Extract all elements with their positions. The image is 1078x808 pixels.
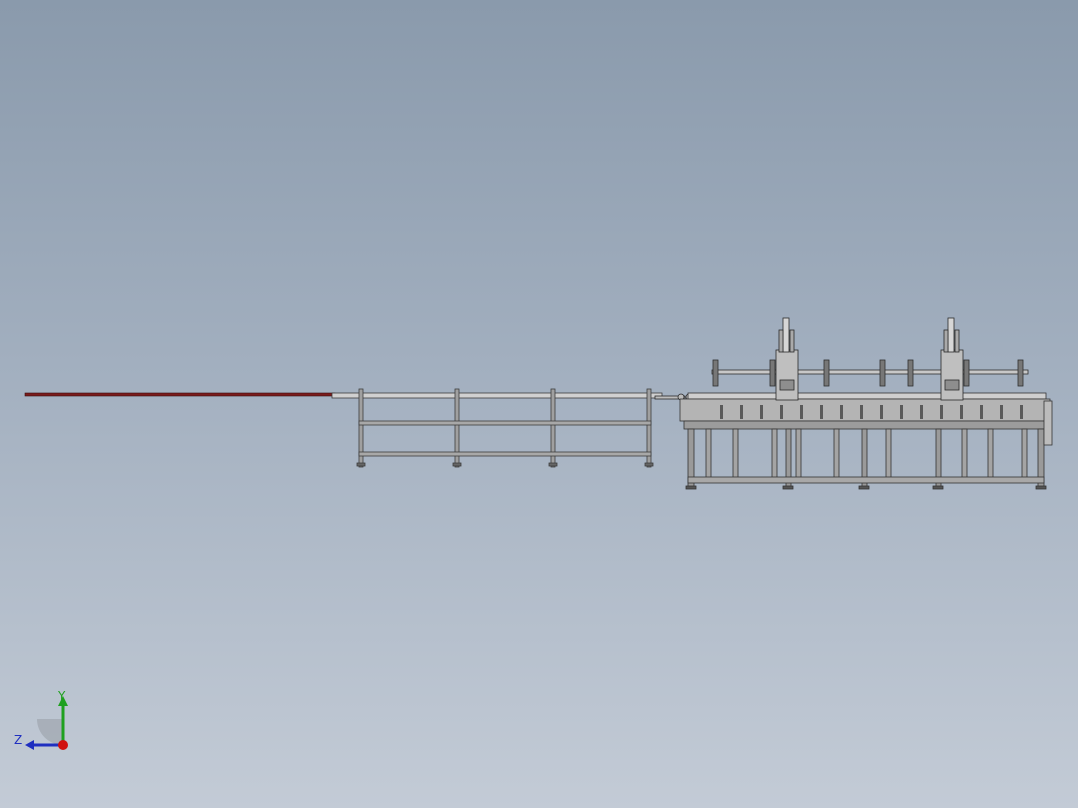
infeed-table[interactable]	[331, 388, 663, 468]
y-axis-label: Y	[57, 689, 66, 703]
cylinder-tower-right[interactable]	[940, 317, 964, 401]
z-axis-label: Z	[14, 733, 22, 747]
top-gantry[interactable]	[711, 359, 1029, 387]
cylinder-tower-left[interactable]	[775, 317, 799, 401]
orientation-triad[interactable]: Y Z	[10, 684, 80, 754]
workpiece-bar[interactable]	[24, 392, 336, 397]
z-axis-arrowhead	[25, 740, 34, 750]
assembly-model[interactable]	[0, 0, 1078, 808]
x-axis-dot	[58, 740, 68, 750]
graphics-viewport[interactable]: Y Z	[0, 0, 1078, 808]
machine-frame[interactable]	[679, 392, 1053, 490]
